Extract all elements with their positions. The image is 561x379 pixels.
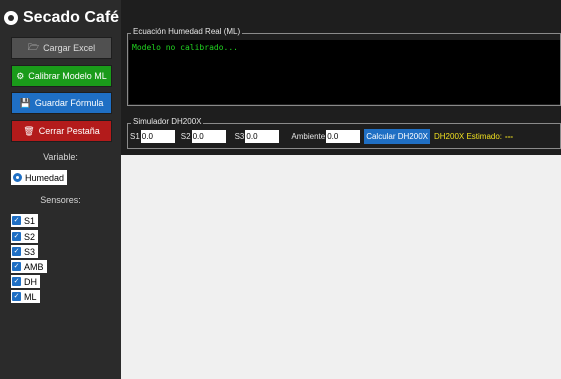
s2-label: S2 <box>180 132 191 141</box>
equation-legend: Ecuación Humedad Real (ML) <box>131 27 243 36</box>
save-formula-button[interactable]: 💾 Guardar Fórmula <box>11 92 112 114</box>
close-tab-label: Cerrar Pestaña <box>38 126 100 136</box>
calculate-dh200x-button[interactable]: Calcular DH200X <box>364 129 430 144</box>
calibrate-model-button[interactable]: ⚙ Calibrar Modelo ML <box>11 65 112 87</box>
variable-label: Variable: <box>43 152 78 162</box>
s1-input[interactable]: 0.0 <box>140 130 175 143</box>
s3-label: S3 <box>234 132 245 141</box>
sensor-checkbox-s1[interactable]: ✓ S1 <box>11 214 39 227</box>
sensor-label: ML <box>24 291 37 302</box>
sensor-label: DH <box>24 276 37 287</box>
sensor-label: S3 <box>24 246 36 257</box>
save-icon: 💾 <box>19 97 31 108</box>
load-excel-button[interactable]: 🗁 Cargar Excel <box>11 37 112 59</box>
equation-console[interactable]: Modelo no calibrado... <box>129 40 560 104</box>
sensor-label: S1 <box>24 215 36 226</box>
s2-input[interactable]: 0.0 <box>191 130 226 143</box>
gear-icon: ⚙ <box>16 70 25 81</box>
checkmark-icon: ✓ <box>12 232 21 241</box>
s3-input[interactable]: 0.0 <box>245 130 280 143</box>
sensor-label: S2 <box>24 231 36 242</box>
plot-area[interactable] <box>121 155 561 379</box>
estimate-value: --- <box>505 132 514 141</box>
s1-label: S1 <box>130 132 140 141</box>
calibrate-model-label: Calibrar Modelo ML <box>28 71 107 81</box>
sensor-checkbox-s2[interactable]: ✓ S2 <box>11 230 39 243</box>
sensor-checkbox-s3[interactable]: ✓ S3 <box>11 245 39 258</box>
ambient-label: Ambiente <box>291 132 326 141</box>
radio-humedad[interactable]: Humedad <box>11 170 68 185</box>
sensor-checkbox-dh[interactable]: ✓ DH <box>11 275 40 288</box>
simulator-legend: Simulador DH200X <box>131 117 204 126</box>
estimate-label: DH200X Estimado: <box>434 132 503 141</box>
checkmark-icon: ✓ <box>12 247 21 256</box>
location-pin-icon <box>4 11 18 25</box>
sensor-checkbox-amb[interactable]: ✓ AMB <box>11 260 47 273</box>
checkmark-icon: ✓ <box>12 292 21 301</box>
sensor-checkbox-ml[interactable]: ✓ ML <box>11 290 40 303</box>
equation-group: Ecuación Humedad Real (ML) Modelo no cal… <box>127 27 561 106</box>
folder-icon: 🗁 <box>27 42 40 52</box>
sensor-label: AMB <box>24 261 44 272</box>
ambient-input[interactable]: 0.0 <box>326 130 361 143</box>
trash-icon: 🗑 <box>23 125 35 136</box>
save-formula-label: Guardar Fórmula <box>34 98 104 108</box>
checkmark-icon: ✓ <box>12 277 21 286</box>
checkmark-icon: ✓ <box>12 216 21 225</box>
equation-text: Modelo no calibrado... <box>132 43 238 52</box>
simulator-row: S1 0.0 S2 0.0 S3 0.0 Ambiente 0.0 Calcul… <box>130 129 513 144</box>
simulator-group: Simulador DH200X S1 0.0 S2 0.0 S3 0.0 Am… <box>127 117 561 149</box>
close-tab-button[interactable]: 🗑 Cerrar Pestaña <box>11 120 112 142</box>
checkmark-icon: ✓ <box>12 262 21 271</box>
top-panel: Ecuación Humedad Real (ML) Modelo no cal… <box>121 0 561 155</box>
load-excel-label: Cargar Excel <box>43 43 96 53</box>
radio-selected-icon <box>13 173 22 182</box>
sensors-label: Sensores: <box>40 195 81 205</box>
radio-humedad-label: Humedad <box>25 172 65 183</box>
sidebar: Secado Café ML 🗁 Cargar Excel ⚙ Calibrar… <box>0 0 147 379</box>
